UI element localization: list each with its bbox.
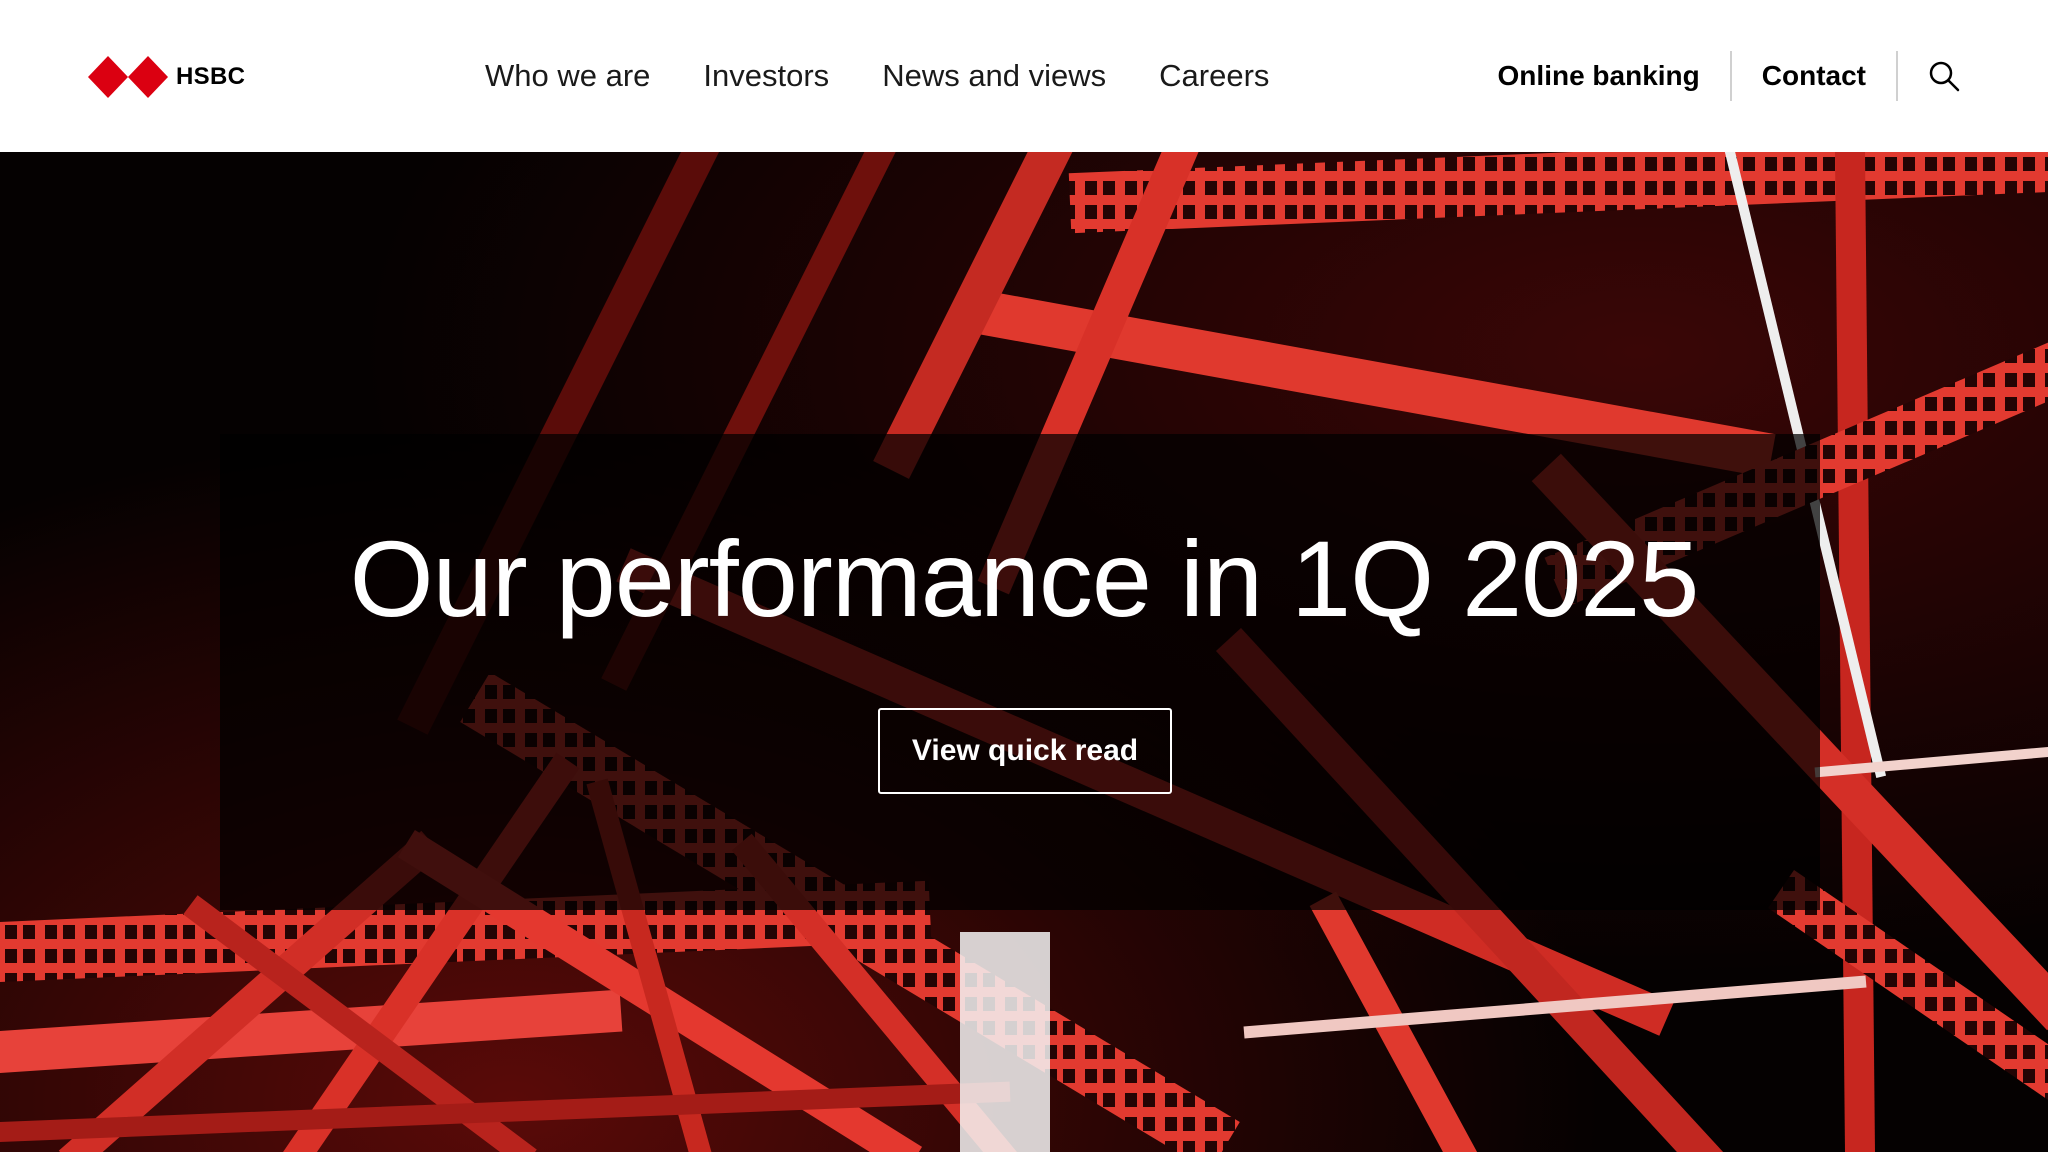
- hero-banner: Our performance in 1Q 2025 View quick re…: [0, 152, 2048, 1152]
- utility-nav: Online banking Contact: [1498, 50, 1960, 102]
- divider: [1896, 51, 1898, 101]
- contact-link[interactable]: Contact: [1762, 60, 1866, 92]
- hsbc-logo[interactable]: HSBC: [88, 56, 245, 98]
- nav-item-news-and-views[interactable]: News and views: [882, 58, 1106, 94]
- nav-item-careers[interactable]: Careers: [1159, 58, 1269, 94]
- primary-nav: Who we are Investors News and views Care…: [485, 52, 1269, 100]
- nav-item-who-we-are[interactable]: Who we are: [485, 58, 650, 94]
- search-button[interactable]: [1928, 60, 1960, 92]
- divider: [1729, 51, 1732, 101]
- hero-text-panel: [220, 434, 1820, 910]
- logo-text: HSBC: [176, 63, 246, 90]
- nav-item-investors[interactable]: Investors: [703, 58, 829, 94]
- search-icon: [1929, 61, 1960, 92]
- online-banking-link[interactable]: Online banking: [1498, 60, 1700, 92]
- hexagon-logo-icon: [88, 56, 168, 98]
- site-header: HSBC Who we are Investors News and views…: [0, 0, 2048, 152]
- hero-headline: Our performance in 1Q 2025: [349, 518, 1700, 639]
- view-quick-read-button[interactable]: View quick read: [878, 708, 1172, 794]
